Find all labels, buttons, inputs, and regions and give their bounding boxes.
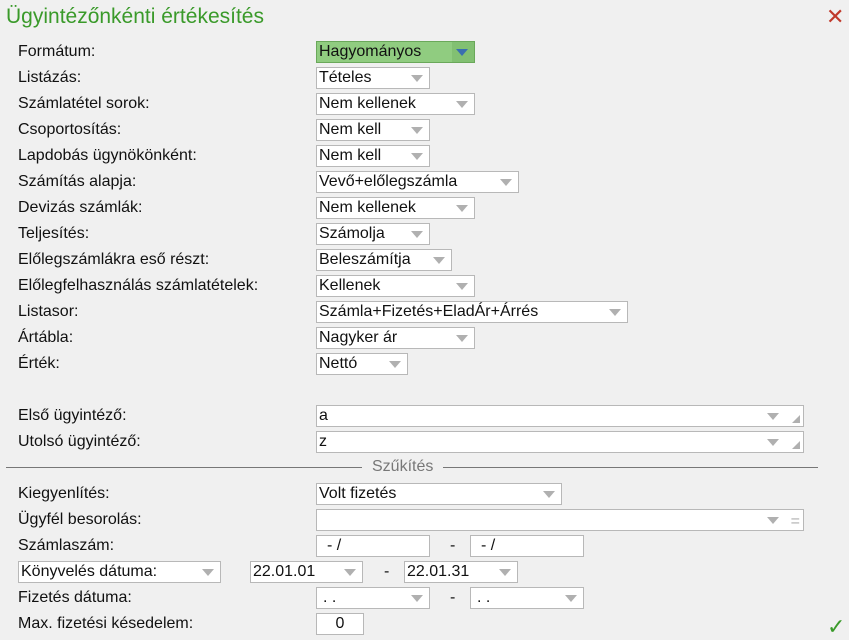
chevron-down-icon (411, 231, 423, 238)
field-value: Hagyományos (319, 43, 422, 60)
chevron-down-icon (411, 127, 423, 134)
field-select[interactable]: Számla+Fizetés+EladÁr+Árrés (316, 301, 628, 323)
field-value: Nem kellenek (319, 95, 416, 112)
payment-date-label: Fizetés dátuma: (18, 589, 132, 606)
field-select[interactable]: Tételes (316, 67, 430, 89)
settlement-value: Volt fizetés (319, 485, 397, 502)
chevron-down-icon (456, 101, 468, 108)
invoice-no-from[interactable]: - / (316, 535, 430, 557)
first-agent-label: Első ügyintéző: (18, 407, 127, 424)
chevron-down-icon (767, 517, 779, 524)
chevron-down-icon (609, 309, 621, 316)
field-select[interactable]: Beleszámítja (316, 249, 452, 271)
resize-grip-icon (792, 415, 800, 423)
first-agent-value: a (319, 407, 328, 424)
field-label: Lapdobás ügynökönként: (18, 147, 197, 164)
field-label: Ártábla: (18, 329, 74, 346)
settlement-select[interactable]: Volt fizetés (316, 483, 562, 505)
field-select[interactable]: Nettó (316, 353, 408, 375)
customer-class-label: Ügyfél besorolás: (18, 511, 142, 528)
chevron-down-icon (499, 569, 511, 576)
first-agent-combo[interactable]: a (316, 405, 804, 427)
field-value: Nem kellenek (319, 199, 416, 216)
window-title: Ügyintézőnkénti értékesítés (6, 5, 264, 28)
chevron-down-icon (411, 595, 423, 602)
field-value: Tételes (319, 69, 372, 86)
chevron-down-icon (202, 569, 214, 576)
booking-date-to-value: 22.01.31 (407, 563, 470, 580)
range-dash: - (450, 589, 456, 606)
field-select[interactable]: Nem kell (316, 119, 430, 141)
list-icon: = (790, 513, 800, 530)
field-label: Érték: (18, 355, 60, 372)
range-dash: - (450, 537, 456, 554)
payment-date-from[interactable]: . . (316, 587, 430, 609)
field-label: Számlatétel sorok: (18, 95, 150, 112)
max-delay-label: Max. fizetési késedelem: (18, 615, 194, 632)
customer-class-combo[interactable]: = (316, 509, 804, 531)
chevron-down-icon (344, 569, 356, 576)
chevron-down-icon (767, 439, 779, 446)
chevron-down-icon (389, 361, 401, 368)
field-select[interactable]: Nagyker ár (316, 327, 475, 349)
invoice-no-to[interactable]: - / (470, 535, 584, 557)
field-value: Vevő+előlegszámla (319, 173, 458, 190)
chevron-down-icon (543, 491, 555, 498)
last-agent-label: Utolsó ügyintéző: (18, 433, 141, 450)
booking-date-from-value: 22.01.01 (253, 563, 316, 580)
field-label: Devizás számlák: (18, 199, 143, 216)
last-agent-value: z (319, 433, 327, 450)
checkmark-icon[interactable]: ✓ (827, 614, 845, 640)
field-select[interactable]: Vevő+előlegszámla (316, 171, 519, 193)
field-label: Előlegszámlákra eső részt: (18, 251, 210, 268)
field-value: Kellenek (319, 277, 381, 294)
chevron-down-icon (565, 595, 577, 602)
section-title: Szűkítés (362, 458, 444, 476)
field-label: Csoportosítás: (18, 121, 122, 138)
field-value: Nettó (319, 355, 358, 372)
field-select[interactable]: Nem kellenek (316, 197, 475, 219)
field-select[interactable]: Számolja (316, 223, 430, 245)
field-label: Előlegfelhasználás számlatételek: (18, 277, 259, 294)
field-label: Számítás alapja: (18, 173, 137, 190)
chevron-down-icon (767, 413, 779, 420)
field-select[interactable]: Kellenek (316, 275, 475, 297)
booking-date-to[interactable]: 22.01.31 (404, 561, 518, 583)
field-value: Beleszámítja (319, 251, 411, 268)
field-value: Számla+Fizetés+EladÁr+Árrés (319, 303, 539, 320)
resize-grip-icon (792, 441, 800, 449)
field-label: Formátum: (18, 43, 96, 60)
field-value: Nem kell (319, 147, 382, 164)
payment-date-to-value: . . (477, 589, 491, 606)
close-icon[interactable]: ✕ (826, 4, 844, 30)
payment-date-from-value: . . (323, 589, 337, 606)
chevron-down-icon (411, 153, 423, 160)
field-value: Nem kell (319, 121, 382, 138)
chevron-down-icon (456, 335, 468, 342)
chevron-down-icon (433, 257, 445, 264)
date-type-select[interactable]: Könyvelés dátuma: (18, 561, 221, 583)
last-agent-combo[interactable]: z (316, 431, 804, 453)
settlement-label: Kiegyenlítés: (18, 485, 110, 502)
invoice-no-label: Számlaszám: (18, 537, 115, 554)
max-delay-input[interactable]: 0 (316, 613, 364, 635)
chevron-down-icon (411, 75, 423, 82)
field-label: Teljesítés: (18, 225, 90, 242)
chevron-down-icon (456, 205, 468, 212)
field-label: Listázás: (18, 69, 82, 86)
field-select[interactable]: Hagyományos (316, 41, 475, 63)
range-dash: - (384, 563, 390, 580)
field-select[interactable]: Nem kellenek (316, 93, 475, 115)
field-value: Számolja (319, 225, 385, 242)
field-select[interactable]: Nem kell (316, 145, 430, 167)
field-label: Listasor: (18, 303, 79, 320)
booking-date-from[interactable]: 22.01.01 (250, 561, 363, 583)
chevron-down-icon (456, 49, 468, 56)
field-value: Nagyker ár (319, 329, 398, 346)
payment-date-to[interactable]: . . (470, 587, 584, 609)
chevron-down-icon (500, 179, 512, 186)
chevron-down-icon (456, 283, 468, 290)
date-type-value: Könyvelés dátuma: (21, 563, 158, 580)
